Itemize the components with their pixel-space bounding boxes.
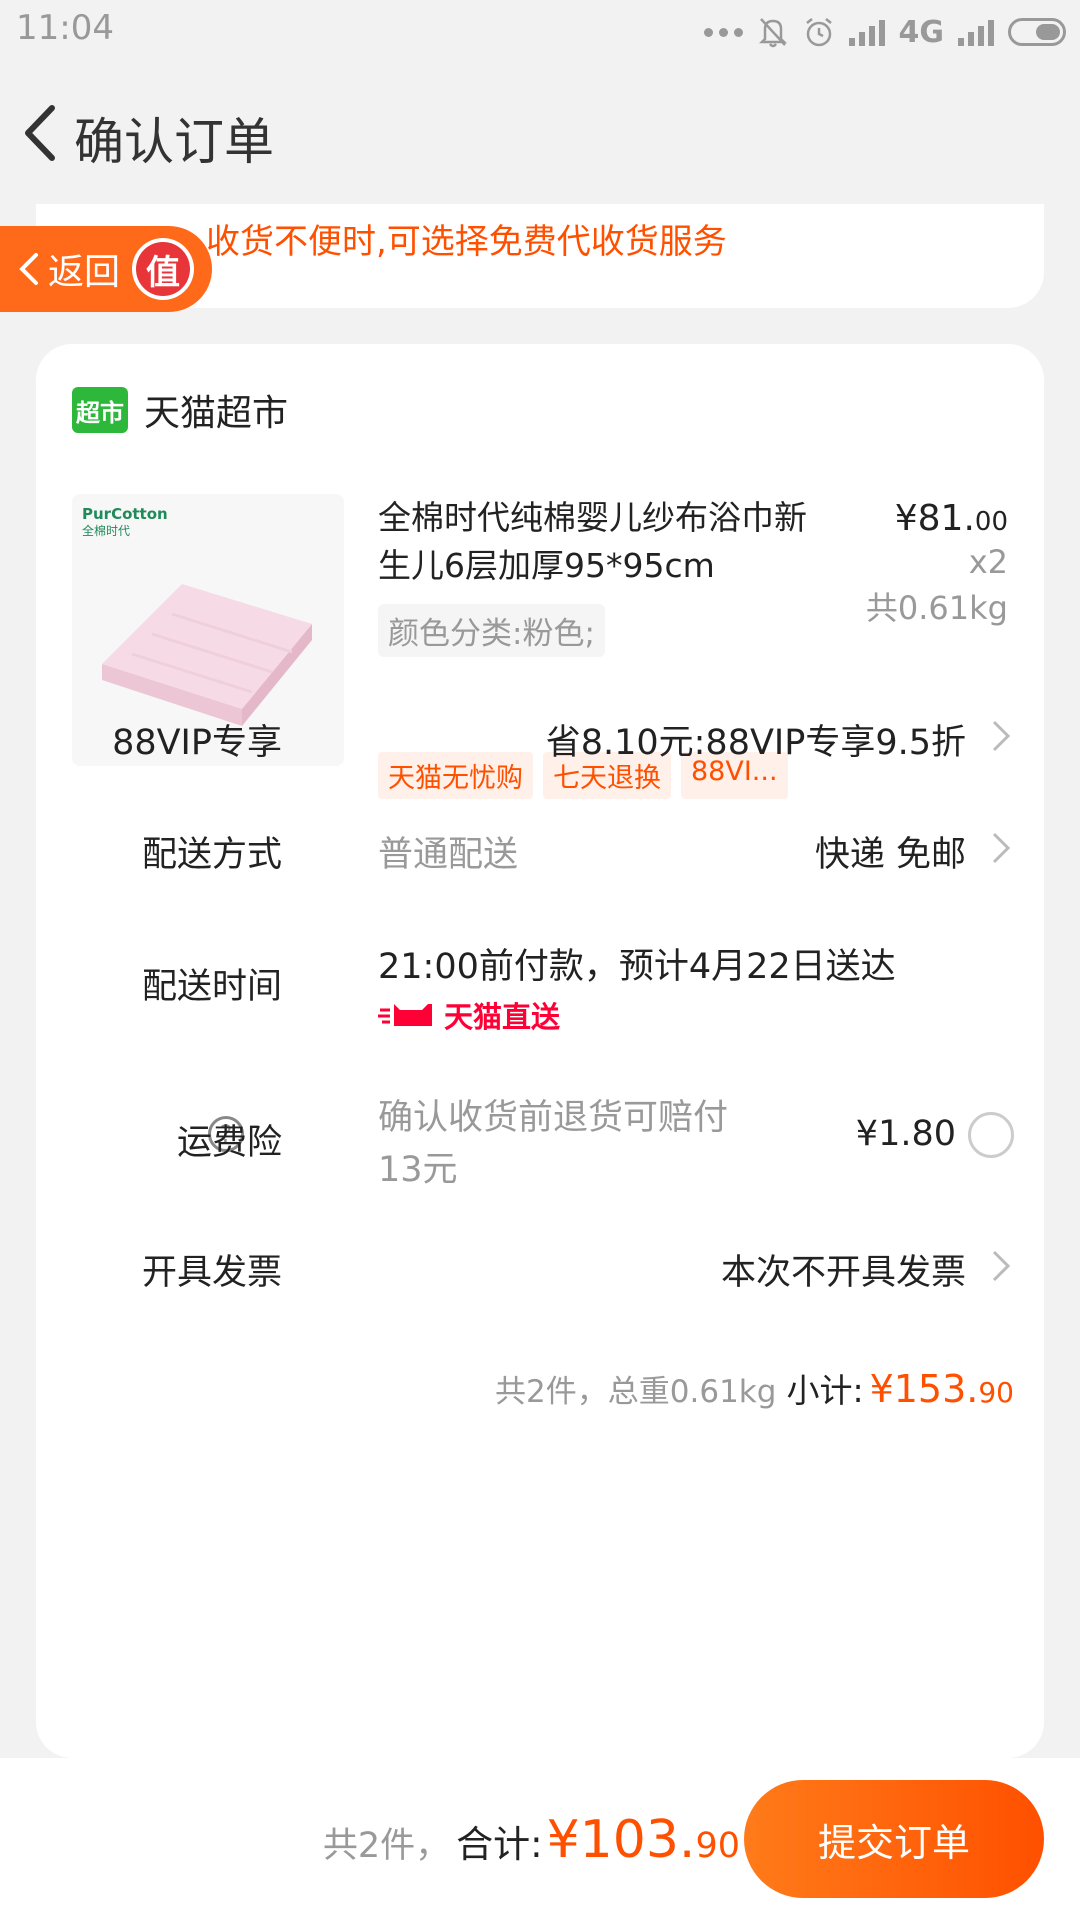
product-price: ¥81.00 — [894, 498, 1008, 539]
total-amount: ¥103.90 — [546, 1810, 740, 1870]
shipping-label: 配送方式 — [141, 835, 282, 875]
chevron-right-icon — [992, 720, 1011, 752]
header: 确认订单 — [0, 64, 1080, 204]
subtotal-row: 共2件，总重0.61kg 小计: ¥153.90 — [495, 1364, 1014, 1412]
tag-wuyougou[interactable]: 天猫无忧购 — [378, 752, 533, 799]
return-label: 返回 — [48, 252, 121, 293]
invoice-value: 本次不开具发票 — [720, 1253, 966, 1293]
shop-name: 天猫超市 — [144, 393, 289, 434]
subtotal-count: 共2件，总重0.61kg — [495, 1374, 777, 1410]
zhi-badge-icon: 值 — [132, 238, 194, 300]
subtotal-amount: ¥153.90 — [869, 1367, 1014, 1411]
vip-value: 省8.10元:88VIP专享9.5折 — [545, 723, 966, 763]
tmall-cat-icon — [378, 1004, 432, 1026]
product-sku[interactable]: 颜色分类:粉色; — [378, 604, 605, 657]
insurance-label: 运费险 — [176, 1123, 282, 1163]
shipping-value: 快递 免邮 — [814, 835, 966, 875]
signal-icon-2 — [958, 18, 994, 46]
bottom-bar: 共2件， 合计: ¥103.90 提交订单 — [0, 1758, 1080, 1920]
shipping-sub: 普通配送 — [378, 835, 519, 875]
insurance-price: ¥1.80 — [855, 1114, 956, 1154]
product-title[interactable]: 全棉时代纯棉婴儿纱布浴巾新生儿6层加厚95*95cm — [378, 494, 818, 590]
status-icons: 4G — [703, 10, 1066, 54]
tmall-direct-badge: 天猫直送 — [378, 994, 560, 1036]
delivery-text: 21:00前付款，预计4月22日送达 — [378, 947, 896, 987]
shop-row[interactable]: 超市 天猫超市 — [72, 384, 288, 436]
delivery-label: 配送时间 — [141, 967, 282, 1007]
bell-off-icon — [758, 18, 787, 48]
return-button[interactable]: 返回 值 — [0, 226, 212, 312]
subtotal-label: 小计: — [786, 1371, 864, 1410]
total-area: 共2件， 合计: ¥103.90 — [323, 1810, 740, 1870]
total-label: 合计: — [456, 1823, 543, 1866]
notice-text[interactable]: 收货不便时,可选择免费代收货服务 — [206, 214, 727, 263]
back-chevron-icon[interactable] — [14, 98, 74, 168]
more-dots-icon — [703, 27, 743, 37]
submit-order-button[interactable]: 提交订单 — [744, 1780, 1044, 1898]
product-qty: x2 — [968, 543, 1008, 581]
price-column: ¥81.00 x2 共0.61kg — [866, 498, 1008, 629]
alarm-icon — [805, 18, 832, 47]
status-time: 11:04 — [16, 8, 114, 48]
chevron-right-icon — [992, 832, 1011, 864]
invoice-label: 开具发票 — [141, 1253, 282, 1293]
product-weight: 共0.61kg — [865, 589, 1008, 627]
chevron-left-icon — [19, 253, 38, 285]
chevron-right-icon — [992, 1250, 1011, 1282]
vip-label: 88VIP专享 — [112, 723, 282, 763]
page-title: 确认订单 — [74, 113, 274, 171]
status-bar: 11:04 4G — [0, 0, 1080, 64]
insurance-desc: 确认收货前退货可赔付13元 — [378, 1098, 729, 1190]
total-count: 共2件， — [322, 1826, 451, 1866]
signal-icon — [848, 18, 885, 46]
network-label: 4G — [898, 14, 945, 50]
insurance-radio[interactable] — [968, 1112, 1014, 1158]
battery-icon — [1008, 18, 1066, 46]
tmall-supermarket-icon: 超市 — [72, 387, 128, 433]
order-card: 超市 天猫超市 PurCotton 全棉时代 全棉时代纯棉婴儿纱布浴巾新生儿6层… — [36, 344, 1044, 1758]
